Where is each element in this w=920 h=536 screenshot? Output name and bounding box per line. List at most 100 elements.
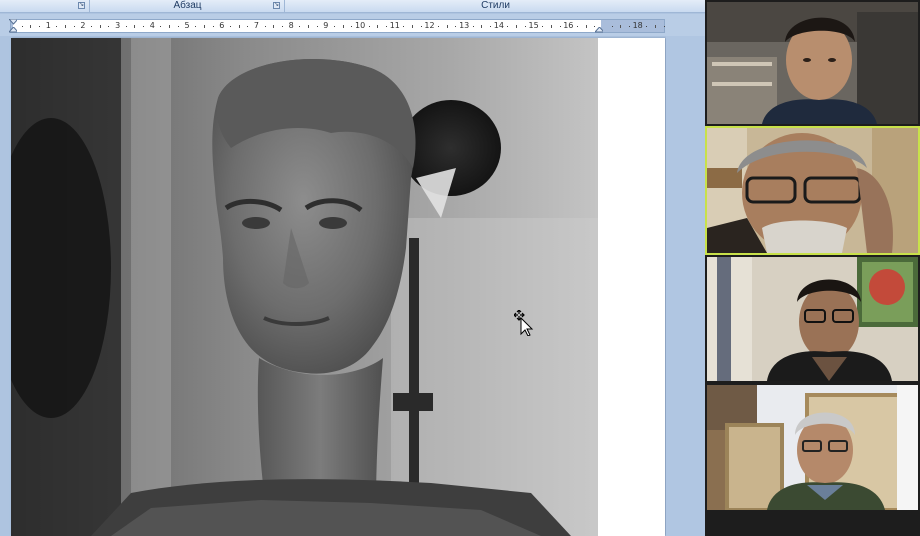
ruler-tick (446, 25, 448, 28)
ruler-tick (203, 25, 205, 28)
ruler-number: 4 (149, 21, 155, 30)
video-call-sidebar (705, 0, 920, 536)
ruler-tick (30, 25, 32, 28)
ruler-number: 6 (219, 21, 225, 30)
ruler-tick (412, 25, 414, 28)
ruler-dot (663, 26, 665, 27)
ruler-dot (507, 26, 509, 27)
right-indent-marker-icon[interactable] (595, 27, 603, 33)
participant-video (707, 2, 918, 124)
dialog-launcher-icon[interactable]: ↘ (78, 2, 85, 9)
ruler-tick (377, 25, 379, 28)
ruler-dot (143, 26, 145, 27)
ruler-number: 13 (459, 21, 470, 30)
ribbon: ↘ Абзац ↘ Стили (0, 0, 705, 13)
ruler-dot (229, 26, 231, 27)
participant-video (707, 385, 918, 510)
ruler-tick (585, 25, 587, 28)
ruler-dot (351, 26, 353, 27)
ruler-dot (195, 26, 197, 27)
ruler-dot (212, 26, 214, 27)
document-image[interactable] (11, 38, 598, 536)
ruler-dot (108, 26, 110, 27)
ruler-number: 18 (632, 21, 643, 30)
ribbon-group-font[interactable]: ↘ (0, 0, 90, 12)
ruler-dot (281, 26, 283, 27)
ruler-tick (238, 25, 240, 28)
ruler-dot (91, 26, 93, 27)
ruler-number: 5 (184, 21, 190, 30)
ruler-dot (177, 26, 179, 27)
ruler-number: 15 (528, 21, 539, 30)
sculpture-photo (11, 38, 598, 536)
ruler-number: 2 (80, 21, 86, 30)
ruler-dot (472, 26, 474, 27)
ruler-tick (134, 25, 136, 28)
ruler-tick (516, 25, 518, 28)
ruler-tick (550, 25, 552, 28)
horizontal-ruler[interactable]: 1 2 3 4 5 6 7 8 9 10 11 12 13 14 15 16 18 (9, 19, 665, 33)
ruler-number: 14 (493, 21, 504, 30)
move-cursor-icon (514, 310, 534, 336)
ruler-number: 12 (424, 21, 435, 30)
sidebar-footer (705, 512, 920, 536)
ruler-number: 8 (288, 21, 294, 30)
dialog-launcher-icon[interactable]: ↘ (273, 2, 280, 9)
participant-tile-1[interactable] (705, 0, 920, 126)
ruler-number: 9 (323, 21, 329, 30)
ruler-dot (125, 26, 127, 27)
ruler-tick (307, 25, 309, 28)
ribbon-group-label: Абзац (173, 0, 202, 11)
ruler-dot (73, 26, 75, 27)
ruler-number: 11 (389, 21, 400, 30)
ribbon-group-styles[interactable]: Стили (286, 0, 705, 12)
ruler-dot (420, 26, 422, 27)
ruler-dot (160, 26, 162, 27)
ruler-dot (386, 26, 388, 27)
ruler-dot (333, 26, 335, 27)
participant-tile-2[interactable] (705, 126, 920, 255)
ribbon-group-paragraph[interactable]: Абзац ↘ (91, 0, 285, 12)
ruler-dot (490, 26, 492, 27)
ruler-dot (299, 26, 301, 27)
ruler-dot (628, 26, 630, 27)
ruler-dot (524, 26, 526, 27)
ruler-dot (39, 26, 41, 27)
ruler-dot (368, 26, 370, 27)
ruler-dot (403, 26, 405, 27)
ruler-number: 3 (115, 21, 121, 30)
ruler-dot (438, 26, 440, 27)
ruler-tick (169, 25, 171, 28)
document-side-area (666, 36, 705, 536)
ruler-dot (646, 26, 648, 27)
ruler-dot (264, 26, 266, 27)
ruler-tick (620, 25, 622, 28)
ruler-dot (576, 26, 578, 27)
ruler-tick (99, 25, 101, 28)
ruler-dot (611, 26, 613, 27)
participant-tile-4[interactable] (705, 383, 920, 512)
ruler-tick (481, 25, 483, 28)
ruler-tick (342, 25, 344, 28)
ruler-dot (455, 26, 457, 27)
ruler-tick (654, 25, 656, 28)
ruler-dot (21, 26, 23, 27)
ruler-dot (56, 26, 58, 27)
ruler-dot (559, 26, 561, 27)
indent-marker-icon[interactable] (9, 19, 17, 25)
ruler-number: 16 (563, 21, 574, 30)
ruler-number: 7 (253, 21, 259, 30)
participant-video (707, 257, 918, 381)
ruler-number: 1 (45, 21, 51, 30)
ruler-dot (247, 26, 249, 27)
ruler-tick (273, 25, 275, 28)
word-window: ↘ Абзац ↘ Стили 1 2 3 4 5 6 7 8 9 10 11 12 13 14 15 16 1… (0, 0, 705, 536)
screen: ↘ Абзац ↘ Стили 1 2 3 4 5 6 7 8 9 10 11 12 13 14 15 16 1… (0, 0, 920, 536)
ruler-number: 10 (355, 21, 366, 30)
ruler-dot (316, 26, 318, 27)
indent-marker-icon[interactable] (9, 27, 17, 33)
participant-video (707, 128, 918, 253)
participant-tile-3[interactable] (705, 255, 920, 383)
ruler-tick (65, 25, 67, 28)
ribbon-group-label: Стили (481, 0, 510, 11)
